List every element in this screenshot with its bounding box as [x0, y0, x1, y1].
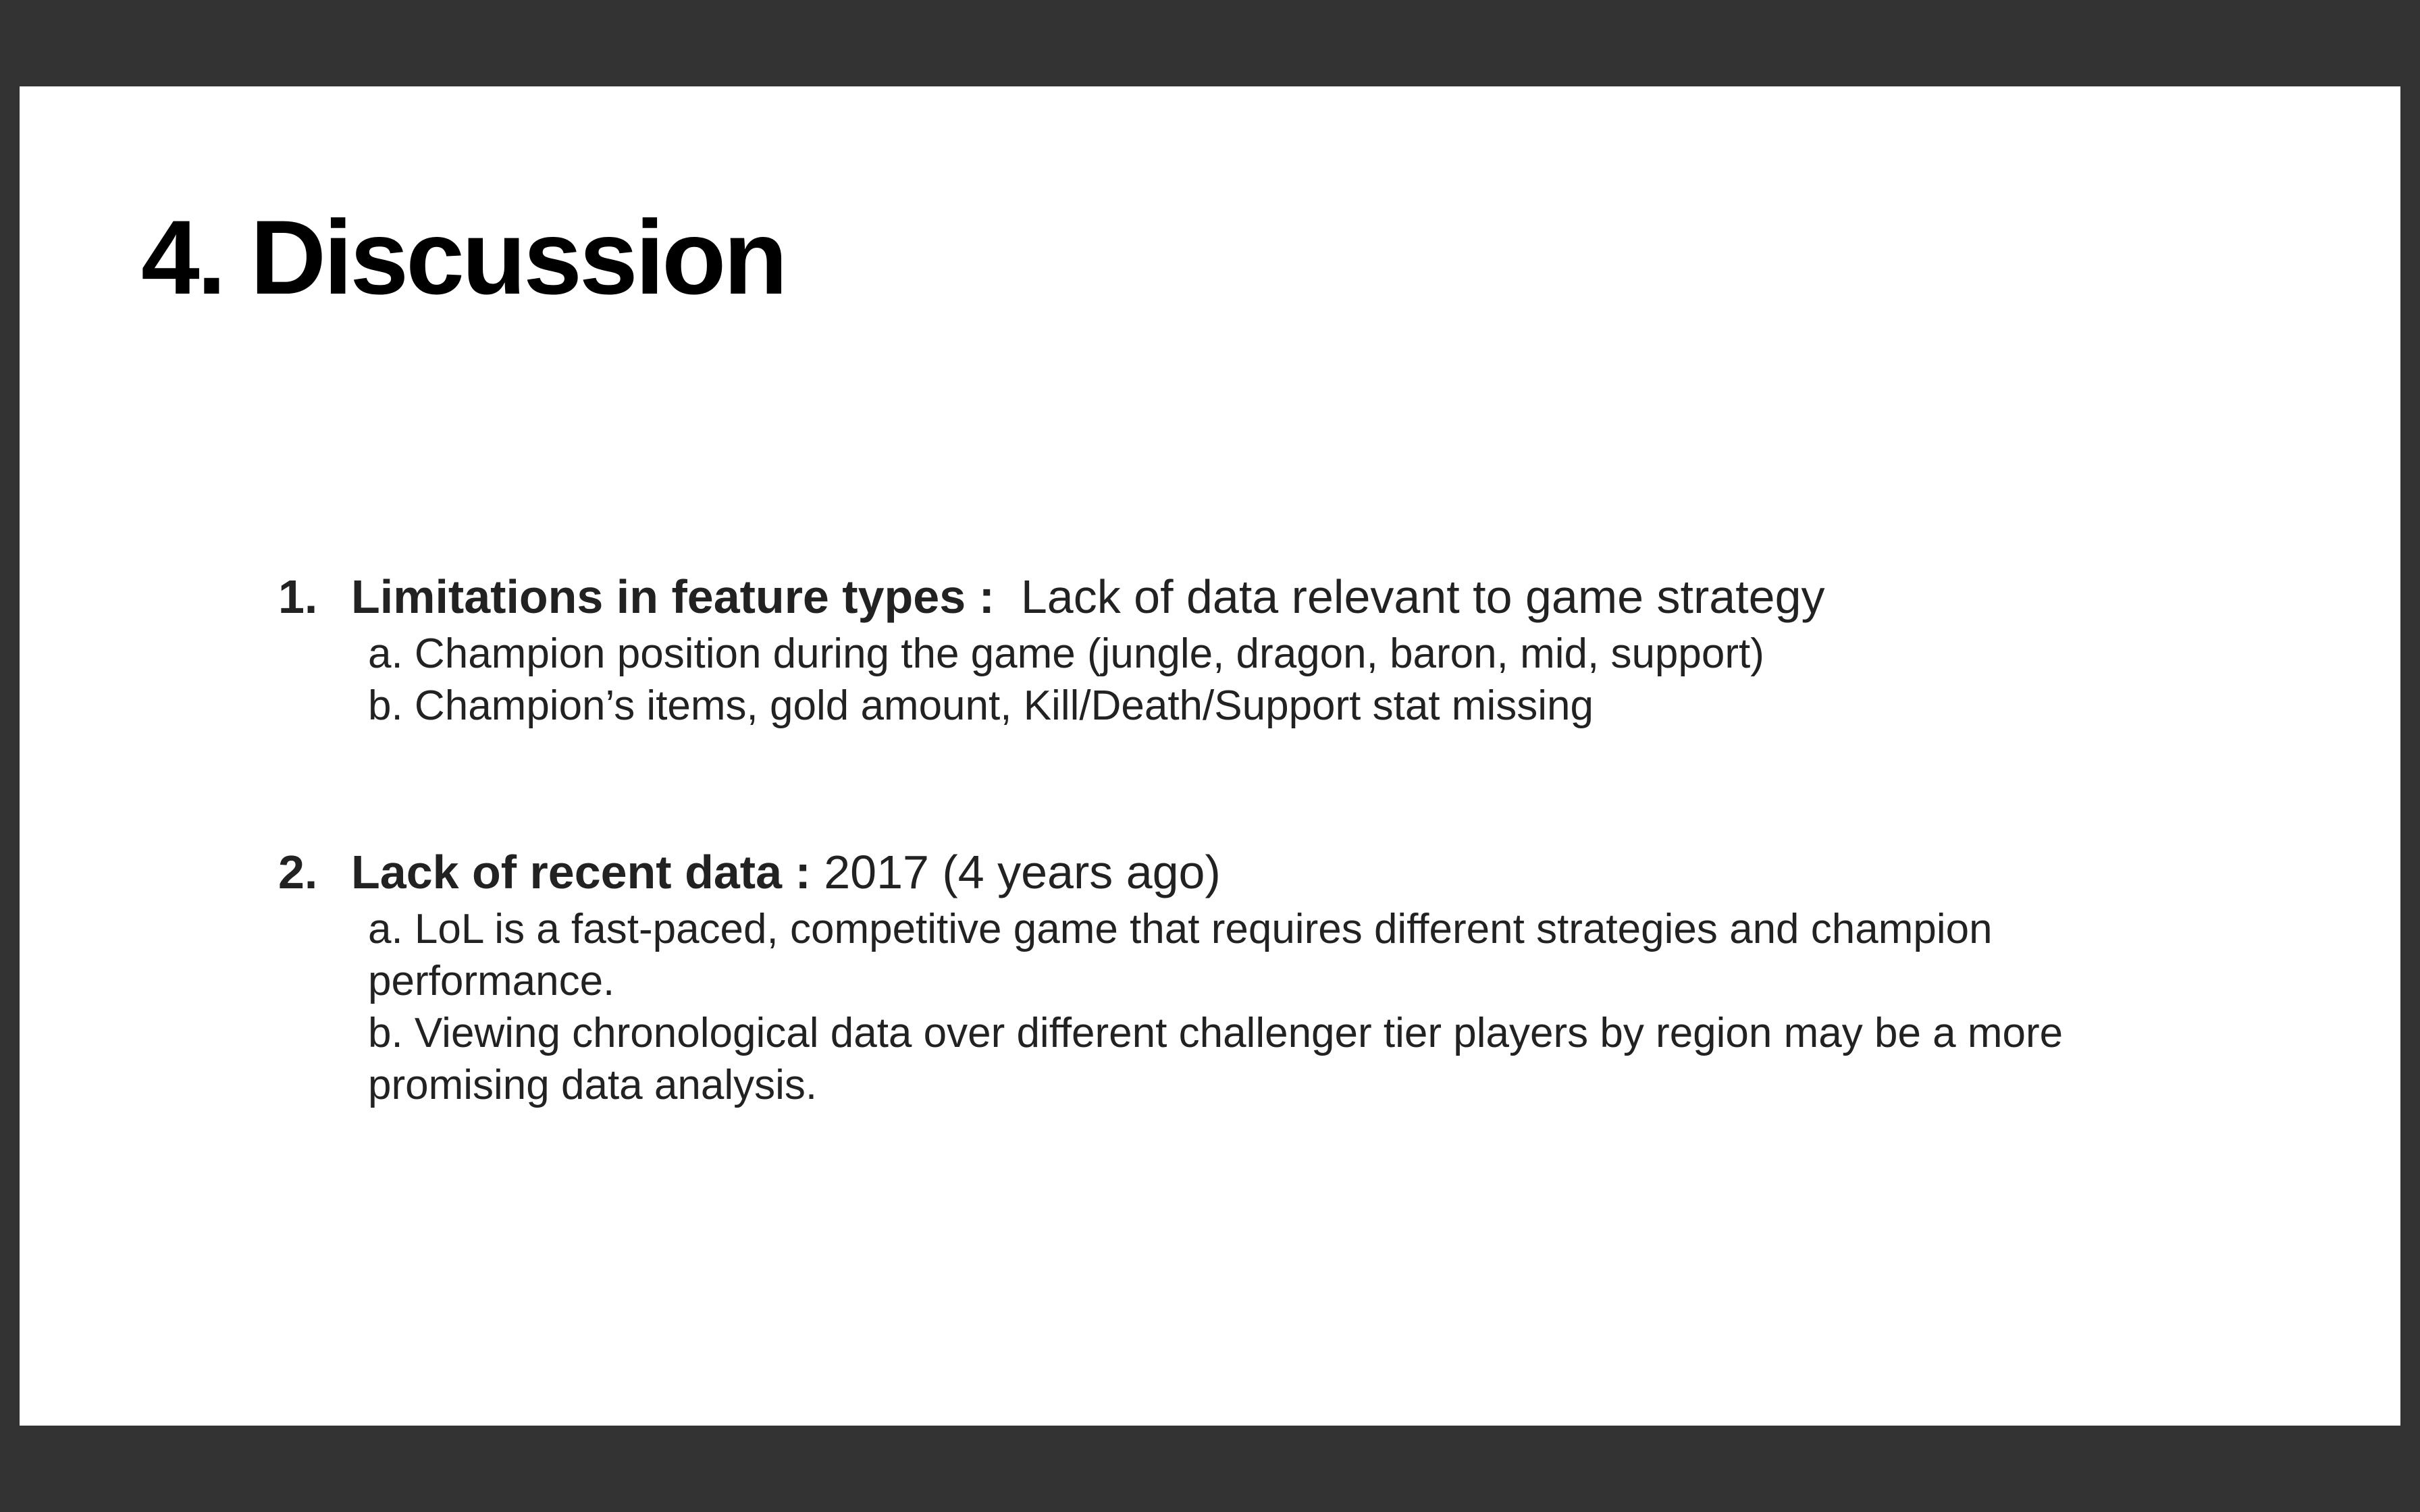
item-description: Lack of data relevant to game strategy	[1020, 570, 1825, 623]
item-heading: 1. Limitations in feature types : Lack of…	[278, 566, 2169, 628]
item-number: 2.	[278, 846, 318, 898]
discussion-item-1: 1. Limitations in feature types : Lack of…	[278, 566, 2169, 732]
slide: 4. Discussion 1. Limitations in feature t…	[20, 86, 2400, 1426]
discussion-item-2: 2. Lack of recent data : 2017 (4 years ag…	[278, 841, 2169, 1111]
item-number: 1.	[278, 570, 318, 623]
sub-point: a. LoL is a fast-paced, competitive game…	[368, 906, 1993, 1004]
item-description: 2017 (4 years ago)	[824, 846, 1221, 898]
item-heading: 2. Lack of recent data : 2017 (4 years ag…	[278, 841, 2169, 903]
sub-point: b. Champion’s items, gold amount, Kill/D…	[368, 682, 1594, 729]
sub-point: b. Viewing chronological data over diffe…	[368, 1010, 2063, 1108]
item-label: Lack of recent data :	[351, 846, 811, 898]
slide-title: 4. Discussion	[141, 199, 788, 317]
item-label: Limitations in feature types :	[351, 570, 995, 623]
sub-point: a. Champion position during the game (ju…	[368, 630, 1764, 677]
